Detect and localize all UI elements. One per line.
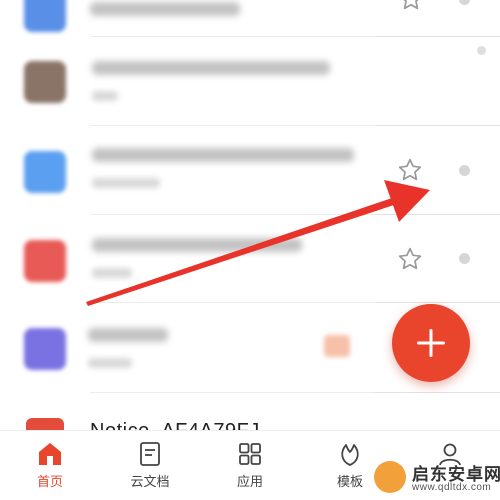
nav-item-apps[interactable]: 应用	[200, 431, 300, 500]
list-item[interactable]: Notice_AF4A79FJ-	[0, 410, 500, 442]
star-icon[interactable]	[397, 246, 423, 272]
file-type-icon	[24, 240, 66, 282]
watermark-logo: 启东安卓网 www.qdltdx.com	[368, 458, 500, 498]
nav-label: 首页	[36, 474, 63, 489]
blurred-file-title	[92, 238, 302, 252]
row-divider	[375, 214, 500, 215]
file-type-icon	[24, 0, 66, 32]
blurred-file-title	[88, 328, 168, 342]
file-type-icon	[24, 328, 66, 370]
blurred-file-title	[92, 148, 354, 162]
blurred-file-title	[90, 2, 240, 16]
file-badge	[324, 335, 350, 357]
row-divider	[375, 36, 500, 37]
row-divider	[375, 125, 500, 126]
watermark-url: www.qdltdx.com	[412, 482, 492, 493]
plus-icon	[417, 329, 445, 357]
file-type-icon	[24, 151, 66, 193]
blurred-file-meta	[92, 91, 118, 101]
create-new-button[interactable]	[392, 304, 470, 382]
watermark-icon	[374, 461, 406, 493]
nav-label: 云文档	[130, 474, 170, 489]
app-screen: Notice_AF4A79FJ- 首页 云文档	[0, 0, 500, 500]
more-options-button[interactable]	[459, 165, 470, 176]
row-divider	[375, 302, 500, 303]
star-icon[interactable]	[397, 157, 423, 183]
nav-label: 应用	[236, 474, 263, 489]
cloud-doc-icon	[140, 442, 160, 466]
row-divider	[375, 392, 500, 393]
home-icon	[39, 443, 61, 465]
nav-item-cloud-docs[interactable]: 云文档	[100, 431, 200, 500]
blurred-file-meta	[92, 268, 132, 278]
blurred-file-meta	[92, 178, 160, 188]
more-options-button[interactable]	[459, 253, 470, 264]
star-icon[interactable]	[398, 0, 424, 12]
blurred-file-meta	[88, 358, 132, 368]
nav-item-home[interactable]: 首页	[0, 431, 100, 500]
template-leaf-icon	[341, 444, 359, 466]
more-options-button[interactable]	[477, 46, 486, 55]
file-type-icon	[24, 61, 66, 103]
blurred-file-title	[92, 61, 330, 75]
apps-grid-icon	[239, 443, 261, 465]
